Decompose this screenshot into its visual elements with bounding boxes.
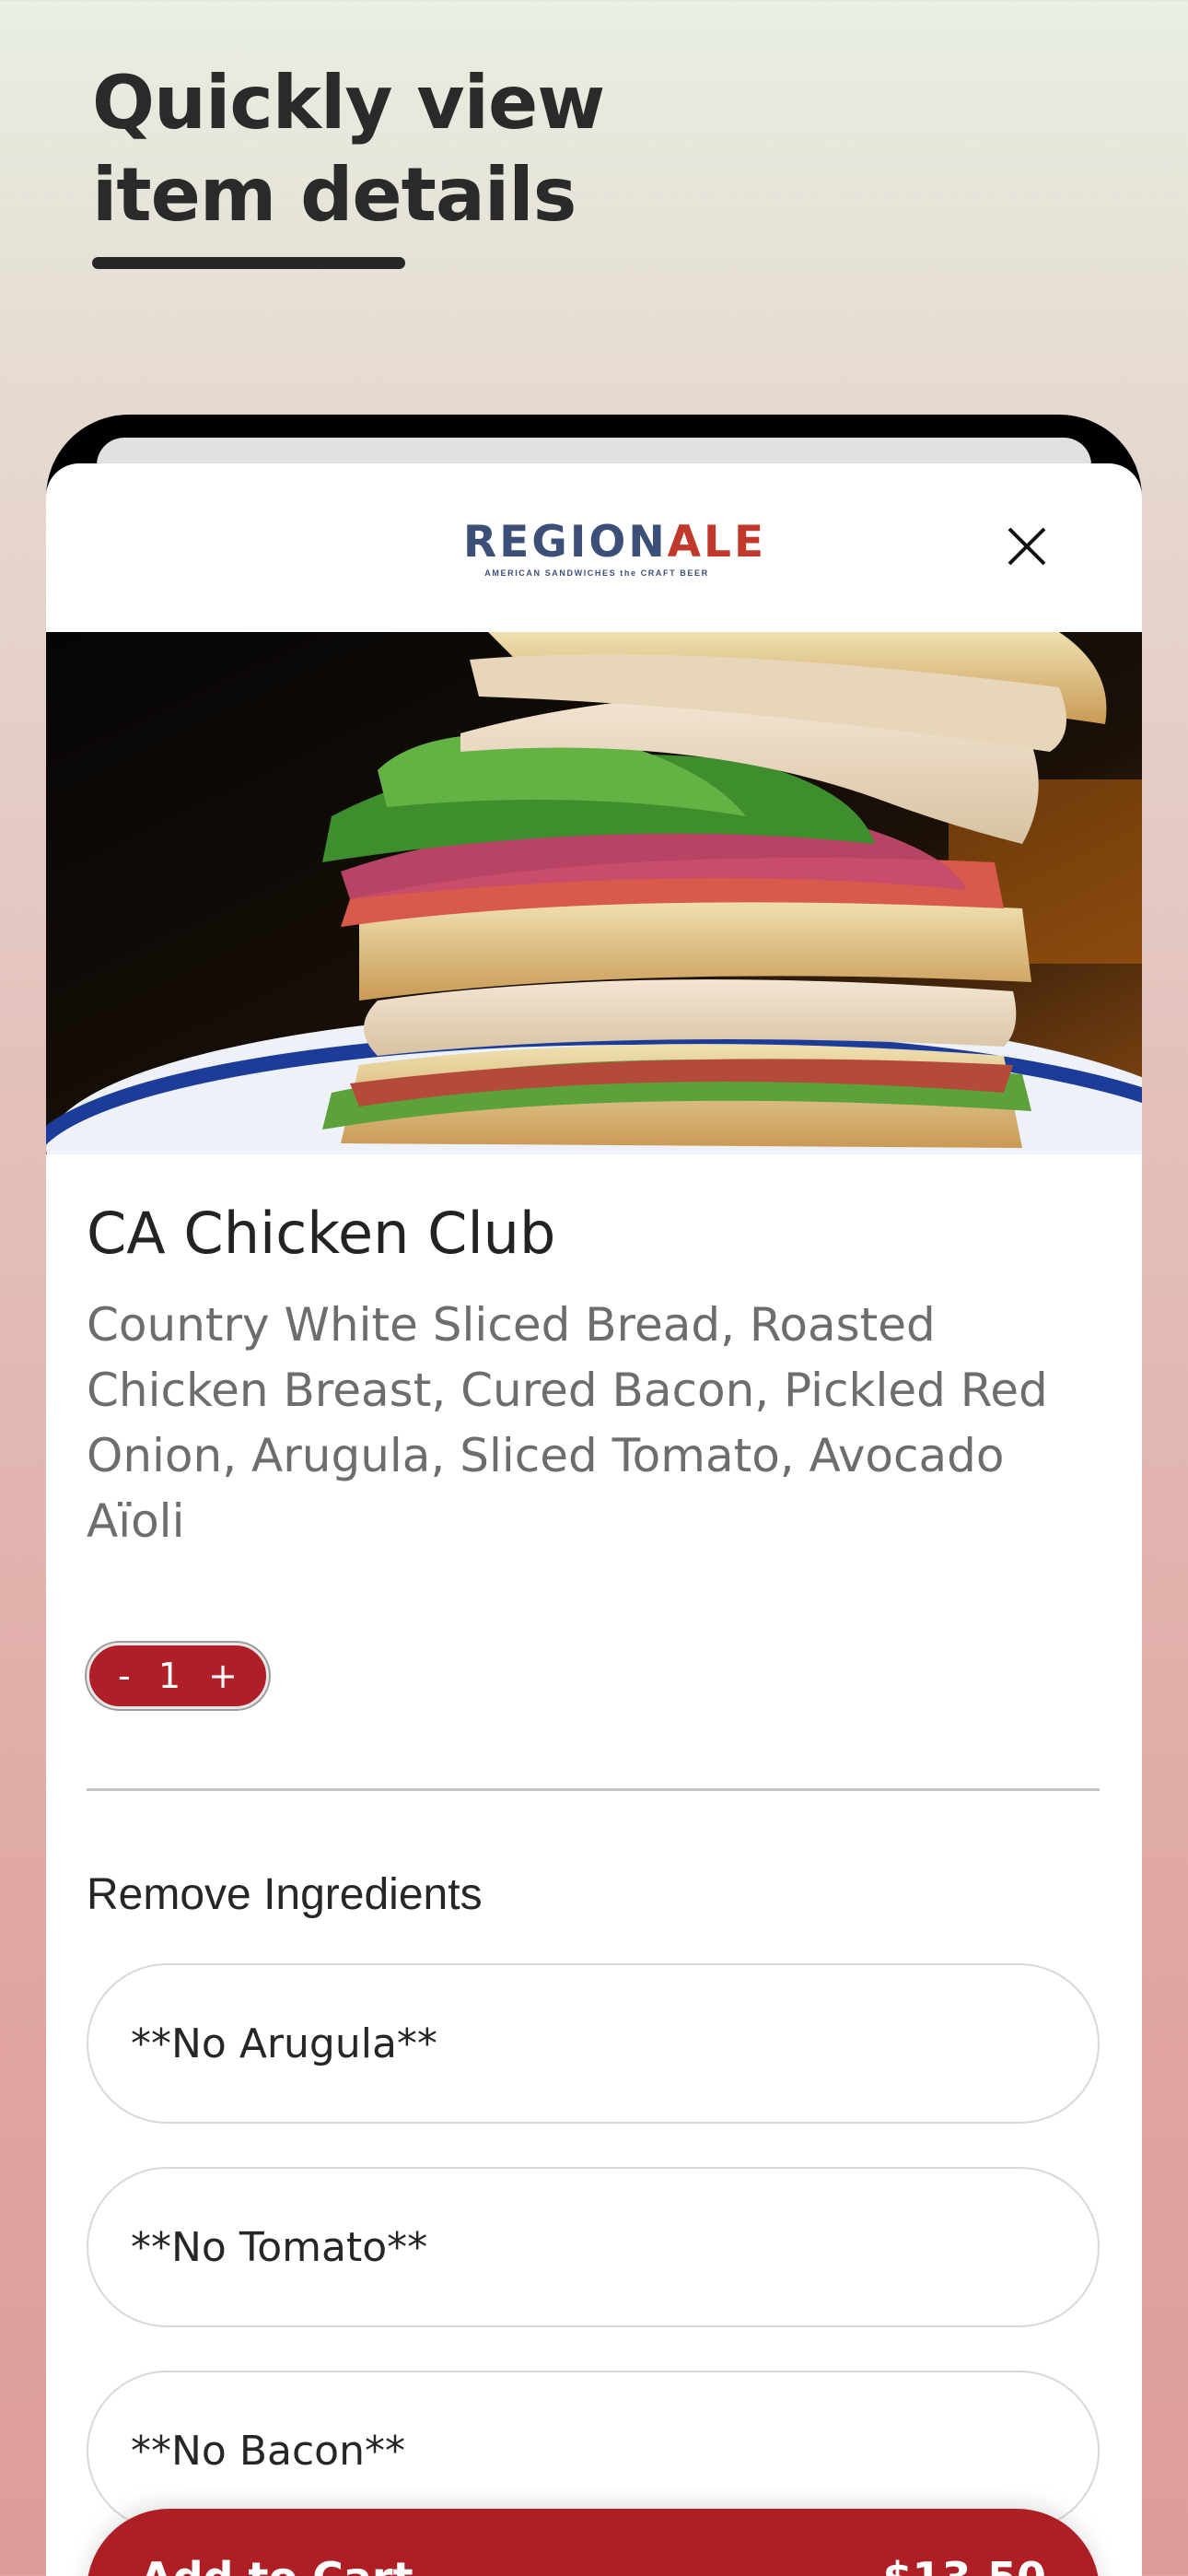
- quantity-stepper[interactable]: - 1 +: [87, 1643, 269, 1709]
- option-no-bacon[interactable]: **No Bacon**: [87, 2371, 1100, 2531]
- close-icon: [1007, 527, 1046, 566]
- decrement-button[interactable]: -: [118, 1658, 131, 1693]
- cart-price: $13.50: [882, 2553, 1046, 2576]
- quantity-value: 1: [157, 1656, 181, 1696]
- increment-button[interactable]: +: [208, 1658, 238, 1693]
- brand-logo-part1: REGION: [463, 517, 668, 568]
- brand-logo-part2: ALE: [667, 517, 767, 568]
- promo-title: Quickly view item details: [92, 60, 605, 238]
- divider: [87, 1788, 1100, 1791]
- item-name: CA Chicken Club: [87, 1200, 556, 1267]
- brand-tagline: AMERICAN SANDWICHES the CRAFT BEER: [484, 568, 709, 578]
- remove-ingredients-title: Remove Ingredients: [87, 1870, 483, 1919]
- close-button[interactable]: [995, 514, 1059, 579]
- option-no-arugula[interactable]: **No Arugula**: [87, 1963, 1100, 2124]
- item-description: Country White Sliced Bread, Roasted Chic…: [87, 1298, 1048, 1548]
- promo-underline: [92, 257, 405, 269]
- option-no-tomato[interactable]: **No Tomato**: [87, 2167, 1100, 2327]
- sandwich-photo-icon: [46, 632, 1142, 1154]
- brand-logo: REGIONALE AMERICAN SANDWICHES the CRAFT …: [463, 517, 763, 579]
- item-photo: [46, 632, 1142, 1154]
- add-to-cart-label: Add to Cart: [140, 2553, 413, 2576]
- add-to-cart-button[interactable]: Add to Cart $13.50: [87, 2509, 1100, 2576]
- brand-logo-wordmark: REGIONALE: [463, 517, 763, 568]
- item-detail-sheet: REGIONALE AMERICAN SANDWICHES the CRAFT …: [46, 463, 1142, 2576]
